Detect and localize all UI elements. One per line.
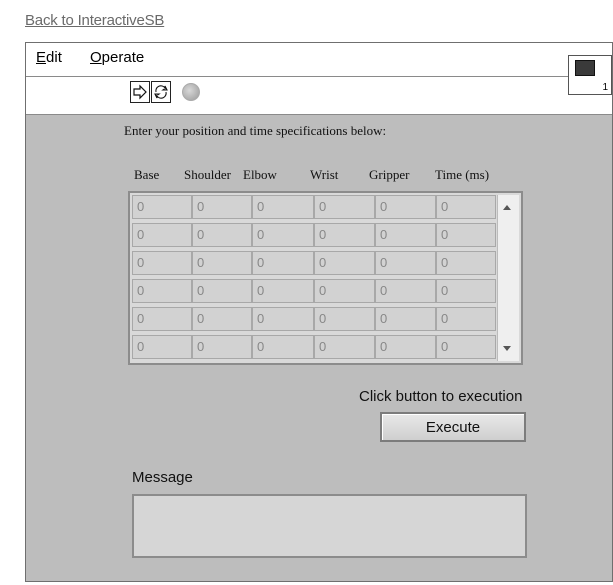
table-cell[interactable]: 0 xyxy=(252,223,314,247)
execute-prompt: Click button to execution xyxy=(359,388,523,405)
run-arrow-icon[interactable] xyxy=(130,81,150,103)
run-arrow-icon-glyph xyxy=(133,84,147,100)
table-cell[interactable]: 0 xyxy=(314,251,375,275)
spec-table: 000000000000000000000000000000000000 xyxy=(128,191,523,365)
table-cell[interactable]: 0 xyxy=(375,279,436,303)
abort-execution-icon[interactable] xyxy=(182,83,200,101)
message-label: Message xyxy=(132,469,193,486)
waveform-icon xyxy=(575,60,595,76)
table-cell[interactable]: 0 xyxy=(252,195,314,219)
table-cell[interactable]: 0 xyxy=(192,279,252,303)
table-cell[interactable]: 0 xyxy=(132,335,192,359)
run-continuously-icon-glyph xyxy=(154,85,168,99)
table-cell[interactable]: 0 xyxy=(314,279,375,303)
back-link[interactable]: Back to InteractiveSB xyxy=(25,12,164,29)
table-cell[interactable]: 0 xyxy=(252,335,314,359)
table-cell[interactable]: 0 xyxy=(436,251,496,275)
table-cell[interactable]: 0 xyxy=(375,251,436,275)
table-cell[interactable]: 0 xyxy=(192,251,252,275)
menu-operate[interactable]: Operate xyxy=(90,49,144,66)
column-header: Elbow xyxy=(243,167,277,182)
scroll-down-icon[interactable] xyxy=(503,346,511,351)
instructions-text: Enter your position and time specificati… xyxy=(124,123,387,138)
column-header: Gripper xyxy=(369,167,410,182)
column-header: Base xyxy=(134,167,160,182)
table-cell[interactable]: 0 xyxy=(132,279,192,303)
table-cell[interactable]: 0 xyxy=(132,223,192,247)
run-continuously-icon[interactable] xyxy=(151,81,171,103)
table-cell[interactable]: 0 xyxy=(132,251,192,275)
vi-icon-number: 1 xyxy=(602,82,608,93)
table-cell[interactable]: 0 xyxy=(192,335,252,359)
execute-button[interactable]: Execute xyxy=(380,412,526,442)
column-header: Shoulder xyxy=(184,167,231,182)
table-cell[interactable]: 0 xyxy=(192,307,252,331)
table-cell[interactable]: 0 xyxy=(436,223,496,247)
menu-bar: Edit Operate xyxy=(26,43,612,77)
table-cell[interactable]: 0 xyxy=(436,335,496,359)
table-cell[interactable]: 0 xyxy=(375,195,436,219)
table-cell[interactable]: 0 xyxy=(192,195,252,219)
labview-front-panel: Edit Operate 1 Enter your position and t… xyxy=(25,42,613,582)
scroll-up-icon[interactable] xyxy=(503,205,511,210)
table-cell[interactable]: 0 xyxy=(132,307,192,331)
table-cell[interactable]: 0 xyxy=(436,307,496,331)
column-header: Time (ms) xyxy=(435,167,490,182)
table-cell[interactable]: 0 xyxy=(436,279,496,303)
toolbar xyxy=(26,77,612,115)
message-field xyxy=(132,494,527,558)
table-cell[interactable]: 0 xyxy=(252,251,314,275)
table-cell[interactable]: 0 xyxy=(252,279,314,303)
table-cell[interactable]: 0 xyxy=(314,195,375,219)
table-cell[interactable]: 0 xyxy=(375,335,436,359)
table-cell[interactable]: 0 xyxy=(436,195,496,219)
table-cell[interactable]: 0 xyxy=(132,195,192,219)
table-cell[interactable]: 0 xyxy=(375,307,436,331)
table-cell[interactable]: 0 xyxy=(192,223,252,247)
table-cell[interactable]: 0 xyxy=(375,223,436,247)
table-cell[interactable]: 0 xyxy=(314,335,375,359)
table-cell[interactable]: 0 xyxy=(314,307,375,331)
column-header: Wrist xyxy=(310,167,339,182)
table-cell[interactable]: 0 xyxy=(252,307,314,331)
table-cell[interactable]: 0 xyxy=(314,223,375,247)
table-scrollbar[interactable] xyxy=(497,195,519,361)
menu-edit[interactable]: Edit xyxy=(36,49,62,66)
vi-icon: 1 xyxy=(568,55,612,95)
